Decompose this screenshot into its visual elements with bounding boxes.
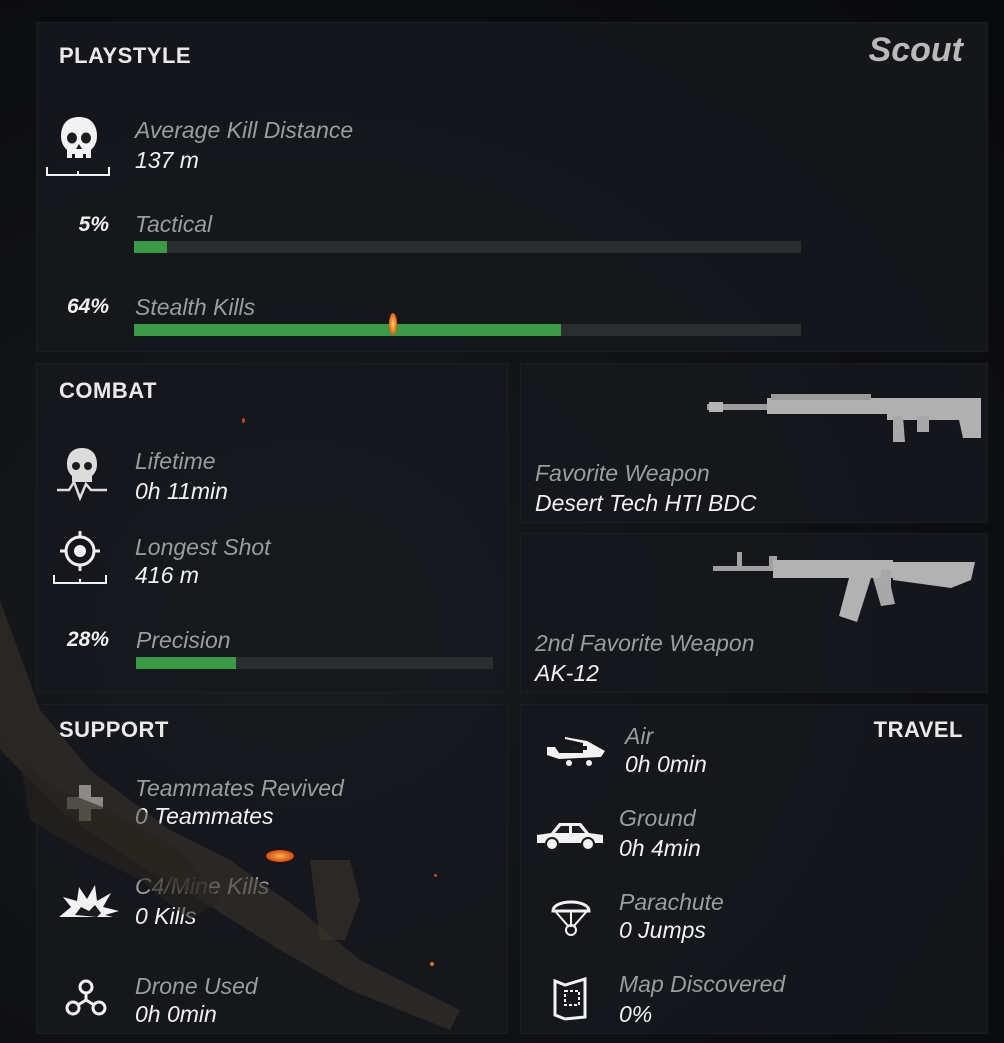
tactical-bar [134, 241, 801, 253]
parachute-value: 0 Jumps [619, 917, 706, 943]
stealth-bar-fill [134, 324, 561, 336]
lifetime-skull-icon [57, 448, 107, 502]
skull-distance-icon [46, 117, 110, 176]
map-value: 0% [619, 1001, 653, 1027]
ember [266, 850, 294, 862]
favorite-weapon-value: Desert Tech HTI BDC [535, 490, 757, 516]
ember [389, 313, 397, 335]
ground-label: Ground [619, 805, 696, 831]
sniper-rifle-icon [707, 394, 981, 442]
class-name: Scout [868, 31, 963, 69]
car-icon [537, 823, 603, 851]
lifetime-value: 0h 11min [135, 478, 228, 504]
ground-value: 0h 4min [619, 835, 701, 861]
airplane-icon [547, 737, 605, 766]
ember [242, 418, 245, 423]
map-label: Map Discovered [619, 971, 786, 997]
stealth-label: Stealth Kills [135, 294, 256, 320]
parachute-icon [551, 900, 591, 936]
tactical-percent: 5% [78, 213, 109, 236]
parachute-label: Parachute [619, 889, 724, 915]
playstyle-title: PLAYSTYLE [59, 43, 192, 68]
avg-kill-distance-label: Average Kill Distance [135, 117, 354, 143]
travel-panel: TRAVEL Air 0h 0min Ground 0h 4min Parach… [520, 704, 988, 1034]
lifetime-label: Lifetime [135, 448, 216, 474]
background-rifle-art [0, 600, 460, 1030]
playstyle-panel: PLAYSTYLE Scout Average Kill Distance 13… [36, 22, 988, 352]
second-weapon-value: AK-12 [535, 660, 599, 686]
favorite-weapon-panel: Favorite Weapon Desert Tech HTI BDC [520, 363, 988, 523]
ember [430, 962, 434, 966]
stealth-bar [134, 324, 801, 336]
tactical-bar-fill [134, 241, 168, 253]
map-icon [553, 977, 587, 1021]
longest-shot-label: Longest Shot [135, 534, 271, 560]
favorite-weapon-label: Favorite Weapon [535, 460, 710, 486]
stealth-percent: 64% [66, 295, 109, 318]
avg-kill-distance-value: 137 m [135, 147, 199, 173]
tactical-label: Tactical [135, 211, 213, 237]
combat-title: COMBAT [59, 378, 157, 403]
second-weapon-label: 2nd Favorite Weapon [535, 630, 755, 656]
travel-title: TRAVEL [873, 717, 963, 742]
air-value: 0h 0min [625, 751, 707, 777]
ember [434, 874, 437, 877]
air-label: Air [625, 723, 654, 749]
second-weapon-panel: 2nd Favorite Weapon AK-12 [520, 533, 988, 693]
assault-rifle-icon [713, 552, 975, 622]
